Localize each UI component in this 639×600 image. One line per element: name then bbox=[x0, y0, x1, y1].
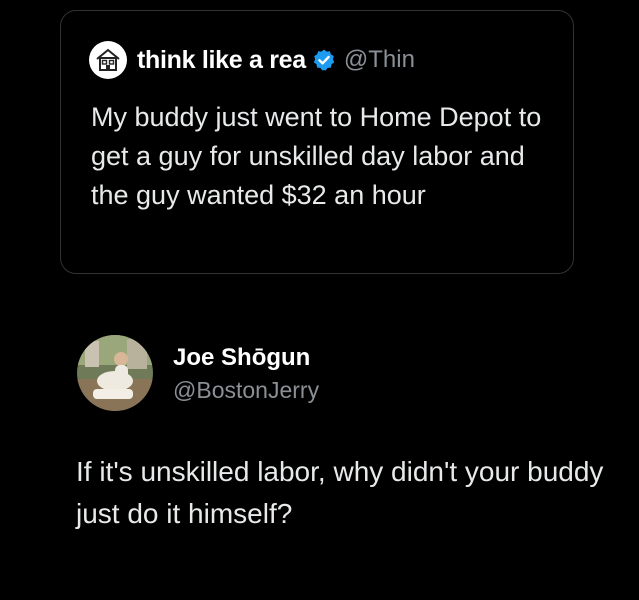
reply-author-avatar[interactable] bbox=[77, 335, 153, 411]
reply-author-meta: Joe Shōgun @BostonJerry bbox=[173, 335, 319, 407]
reply-author-name[interactable]: Joe Shōgun bbox=[173, 343, 319, 373]
reply-post-text: If it's unskilled labor, why didn't your… bbox=[76, 456, 604, 529]
verified-badge-icon bbox=[312, 48, 336, 72]
quoted-author-handle[interactable]: @Thin bbox=[344, 46, 415, 74]
house-icon bbox=[96, 48, 120, 71]
quoted-author-avatar[interactable] bbox=[89, 41, 127, 79]
quoted-post-card[interactable]: think like a rea @Thin My buddy just wen… bbox=[60, 10, 574, 274]
profile-photo-icon bbox=[77, 335, 153, 411]
quoted-post-header: think like a rea @Thin bbox=[89, 41, 415, 79]
quoted-author-name[interactable]: think like a rea bbox=[137, 46, 306, 75]
reply-post-header: Joe Shōgun @BostonJerry bbox=[77, 335, 319, 411]
reply-author-handle[interactable]: @BostonJerry bbox=[173, 373, 319, 407]
quoted-post-text: My buddy just went to Home Depot to get … bbox=[91, 102, 542, 210]
